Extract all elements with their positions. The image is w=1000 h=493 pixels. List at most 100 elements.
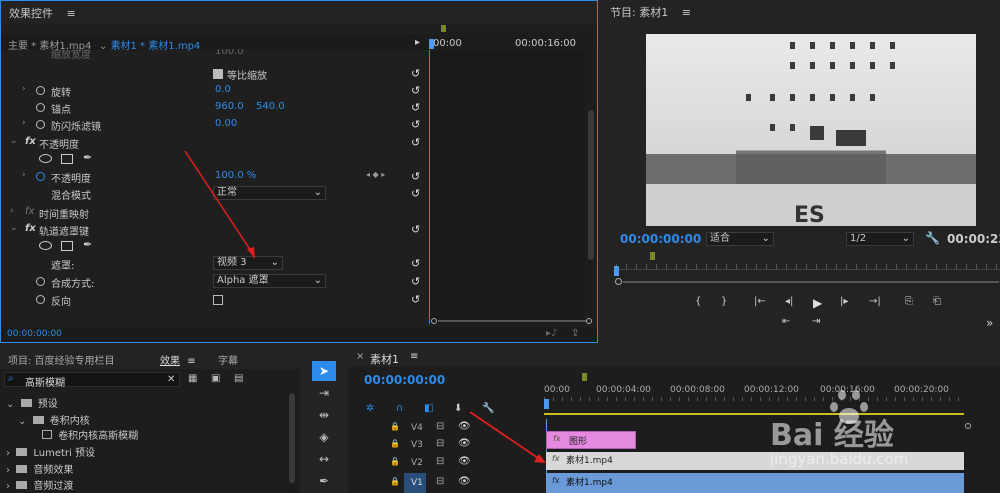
building-windows: ES	[646, 42, 976, 226]
program-monitor-title[interactable]: 节目: 素材1	[610, 6, 668, 19]
program-scrubber[interactable]	[612, 252, 1000, 285]
close-sequence-icon[interactable]: ×	[356, 351, 364, 362]
selection-tool[interactable]: ➤	[312, 361, 336, 381]
tree-item-audio-transitions[interactable]: › 音频过渡	[6, 477, 73, 492]
ruler-label: 00:00:04:00	[596, 385, 651, 395]
sync-lock-icon[interactable]: ⊟	[436, 476, 444, 487]
tab-captions[interactable]: 字幕	[218, 352, 238, 367]
resolution-value: 1/2	[850, 233, 867, 244]
accelerated-effects-icon[interactable]: ▦	[188, 373, 197, 384]
tab-project[interactable]: 项目: 百度经验专用栏目	[8, 352, 115, 367]
program-timecode[interactable]: 00:00:00:00	[620, 232, 701, 246]
nest-icon[interactable]: ✲	[366, 403, 374, 414]
panel-menu-icon[interactable]: ≡	[410, 351, 418, 362]
playhead-marker[interactable]	[429, 39, 434, 49]
step-back-button[interactable]: ◂|	[785, 296, 793, 307]
tree-item-label: 音频效果	[33, 465, 74, 476]
mark-out-button[interactable]: }	[721, 296, 727, 307]
go-to-out-button[interactable]: →|	[869, 296, 881, 307]
ruler-label: 00:00:08:00	[670, 385, 725, 395]
chevron-right-icon: ›	[6, 448, 10, 459]
chevron-down-icon: ⌄	[761, 233, 770, 244]
tools-panel: ➤ ⇥ ⇹ ◈ ↔ ✒	[306, 347, 342, 493]
lock-icon[interactable]: 🔒	[390, 439, 400, 448]
chevron-right-icon: ›	[6, 465, 10, 476]
yuv-effects-icon[interactable]: ▤	[234, 373, 243, 384]
mark-in-button[interactable]: {	[695, 296, 701, 307]
eye-icon[interactable]: 👁	[458, 476, 471, 487]
transport-controls-2: ⇤ ⇥ »	[602, 316, 1000, 332]
sequence-tab[interactable]: 素材1	[370, 351, 399, 367]
search-box[interactable]: ⌕ 高斯模糊 ✕	[4, 372, 180, 389]
play-button[interactable]: ▶	[813, 296, 822, 310]
wrench-icon[interactable]: 🔧	[925, 231, 940, 245]
scrollbar-thumb[interactable]	[289, 393, 295, 483]
baidu-watermark: Bai 经验 jingyan.baidu.com	[770, 388, 990, 478]
32bit-effects-icon[interactable]: ▣	[211, 373, 220, 384]
effects-scrollbar[interactable]	[288, 393, 296, 493]
tab-effects-label: 效果	[160, 356, 180, 367]
scroll-track	[438, 320, 586, 322]
marker-icon	[650, 252, 655, 260]
go-to-in-button[interactable]: |←	[754, 296, 766, 307]
tree-item-label: 预设	[37, 399, 58, 410]
playhead-marker[interactable]	[614, 266, 619, 276]
mini-ruler-start: 00:00	[433, 38, 462, 49]
resolution-dropdown[interactable]: 1/2 ⌄	[846, 232, 914, 246]
step-forward-button[interactable]: |▸	[840, 296, 848, 307]
ripple-edit-tool[interactable]: ⇹	[312, 405, 336, 425]
linked-selection-icon[interactable]: ◧	[424, 403, 433, 414]
program-end-timecode: 00:00:23	[947, 232, 1000, 246]
insert-button[interactable]: ⎘	[905, 296, 913, 307]
project-tabs: 项目: 百度经验专用栏目 效果 ≡ 字幕	[0, 347, 300, 369]
snap-icon[interactable]: ∩	[396, 403, 403, 414]
marker-icon	[582, 373, 587, 381]
fit-dropdown[interactable]: 适合 ⌄	[706, 232, 774, 246]
panel-menu-icon[interactable]: ≡	[187, 356, 195, 367]
tree-item-presets[interactable]: ⌄ 预设	[6, 395, 58, 410]
chevron-down-icon: ⌄	[901, 233, 910, 244]
video-frame[interactable]: ES	[646, 34, 976, 226]
mini-timeline-ruler[interactable]: 00:00 00:00:16:00	[429, 25, 597, 50]
tree-item-label: 卷积内核	[49, 416, 90, 427]
lift-button[interactable]: ⇤	[782, 316, 790, 327]
more-controls-button[interactable]: »	[986, 316, 993, 330]
vertical-scrollbar[interactable]	[587, 50, 595, 324]
timeline-timecode[interactable]: 00:00:00:00	[364, 373, 445, 387]
clear-search-icon[interactable]: ✕	[167, 374, 175, 385]
extract-button[interactable]: ⇥	[812, 316, 820, 327]
horizontal-scrollbar[interactable]	[429, 317, 595, 325]
tree-item-lumetri[interactable]: › Lumetri 预设	[6, 444, 95, 459]
scroll-handle-right[interactable]	[586, 318, 592, 324]
clip-label: 图形	[569, 437, 588, 447]
export-icon[interactable]: ⇪	[571, 328, 579, 339]
search-icon: ⌕	[8, 373, 14, 384]
scroll-handle-left[interactable]	[431, 318, 437, 324]
razor-tool[interactable]: ◈	[312, 427, 336, 447]
pen-tool[interactable]: ✒	[312, 471, 336, 491]
zoom-bar[interactable]	[623, 281, 999, 283]
search-input[interactable]: 高斯模糊	[25, 374, 65, 389]
tree-item-convolution[interactable]: ⌄ 卷积内核	[18, 412, 90, 427]
folder-icon	[32, 416, 44, 424]
chevron-right-icon: ›	[6, 481, 10, 492]
tab-effects[interactable]: 效果 ≡	[160, 352, 196, 367]
scrollbar-thumb[interactable]	[588, 110, 594, 260]
panel-menu-icon[interactable]: ≡	[682, 6, 691, 19]
folder-icon	[16, 481, 28, 489]
play-audio-icon[interactable]: ▸♪	[546, 328, 557, 339]
project-effects-panel: 项目: 百度经验专用栏目 效果 ≡ 字幕 ⌕ 高斯模糊 ✕ ▦ ▣ ▤ ⌄ 预设…	[0, 347, 300, 493]
slip-tool[interactable]: ↔	[312, 449, 336, 469]
overwrite-button[interactable]: ⎗	[933, 296, 941, 307]
track-label: V1	[411, 478, 423, 488]
lock-icon[interactable]: 🔒	[390, 457, 400, 466]
fx-icon: fx	[552, 476, 560, 485]
tree-item-gaussian[interactable]: 卷积内核高斯模糊	[42, 427, 138, 442]
track-select-tool[interactable]: ⇥	[312, 383, 336, 403]
lock-icon[interactable]: 🔒	[390, 477, 400, 486]
zoom-handle-left[interactable]	[615, 278, 622, 285]
tree-item-audio-effects[interactable]: › 音频效果	[6, 461, 73, 476]
chevron-down-icon: ⌄	[6, 399, 15, 410]
scrubber-ticks	[616, 264, 1000, 270]
lock-icon[interactable]: 🔒	[390, 422, 400, 431]
